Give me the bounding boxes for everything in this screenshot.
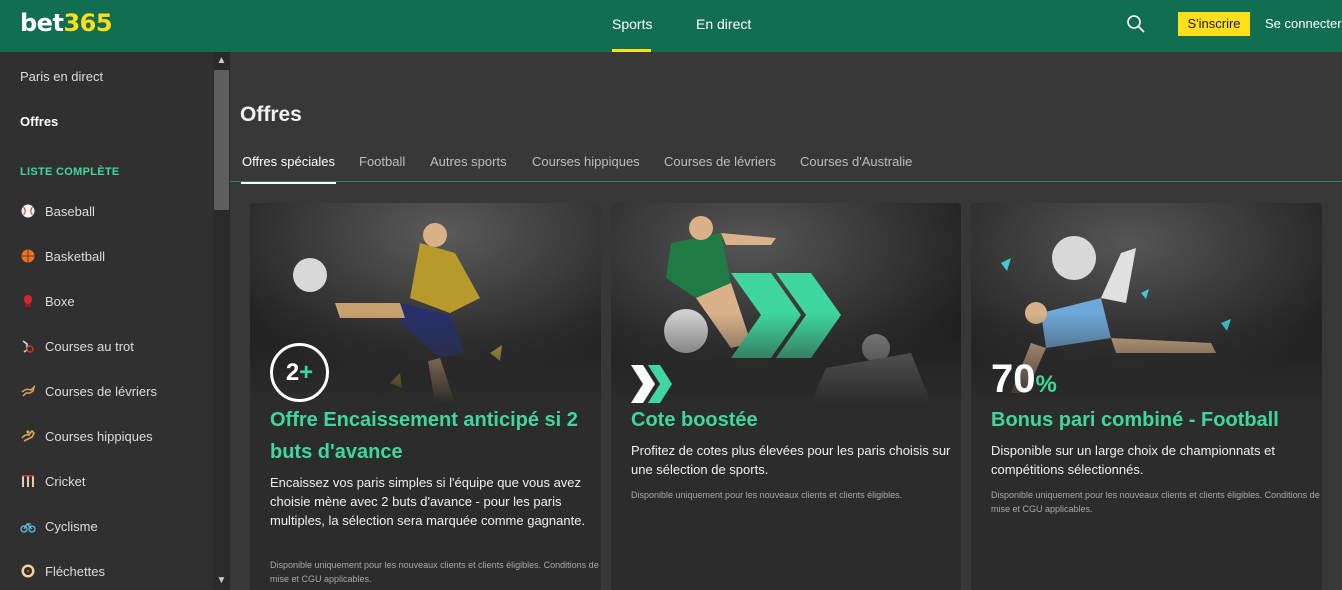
offer-title[interactable]: Bonus pari combiné - Football <box>991 404 1311 436</box>
offer-terms: Disponible uniquement pour les nouveaux … <box>270 560 599 584</box>
offer-title[interactable]: Cote boostée <box>631 404 951 436</box>
sidebar-item-courses-au-trot[interactable]: Courses au trot <box>20 337 220 357</box>
harness-racing-icon <box>22 340 34 353</box>
badge-number: 2 <box>285 359 300 386</box>
sidebar-item-label: Courses hippiques <box>45 429 153 444</box>
boxing-glove-icon <box>24 295 32 307</box>
sidebar-item-courses-hippiques[interactable]: Courses hippiques <box>20 427 220 447</box>
sidebar-item-boxe[interactable]: Boxe <box>20 292 220 312</box>
sidebar-heading-liste-complete: LISTE COMPLÈTE <box>20 166 120 178</box>
top-header: bet365 Sports En direct S'inscrire Se co… <box>0 0 1342 52</box>
offer-terms: Disponible uniquement pour les nouveaux … <box>631 490 903 500</box>
login-link[interactable]: Se connecter <box>1265 16 1342 31</box>
tab-courses-hippiques[interactable]: Courses hippiques <box>532 154 640 182</box>
sidebar-item-label: Baseball <box>45 204 95 219</box>
sidebar-item-cyclisme[interactable]: Cyclisme <box>20 517 220 537</box>
sidebar-item-courses-de-levriers[interactable]: Courses de lévriers <box>20 382 220 402</box>
offer-description: Disponible sur un large choix de champio… <box>991 443 1276 477</box>
offer-image-footballer-boost <box>611 203 961 403</box>
scroll-up-icon[interactable]: ▲ <box>214 54 229 68</box>
tabs-divider <box>230 181 1342 182</box>
seventy-percent-badge: 70% <box>991 357 1057 407</box>
sidebar-item-offres[interactable]: Offres <box>20 114 58 129</box>
join-button[interactable]: S'inscrire <box>1178 12 1250 36</box>
sidebar-item-flechettes[interactable]: Fléchettes <box>20 562 220 582</box>
percent-number: 70 <box>991 357 1036 401</box>
percent-sign: % <box>1035 371 1057 398</box>
dartboard-icon <box>21 564 35 578</box>
tab-football[interactable]: Football <box>359 154 405 182</box>
tab-courses-de-levriers[interactable]: Courses de lévriers <box>664 154 776 182</box>
offer-terms: Disponible uniquement pour les nouveaux … <box>991 490 1320 514</box>
sidebar-item-label: Courses de lévriers <box>45 384 157 399</box>
offer-description: Encaissez vos paris simples si l'équipe … <box>270 475 586 528</box>
scroll-down-icon[interactable]: ▼ <box>214 574 229 588</box>
cricket-icon <box>22 475 34 487</box>
basketball-icon <box>21 249 35 263</box>
tab-courses-australie[interactable]: Courses d'Australie <box>800 154 912 182</box>
greyhound-icon <box>21 384 36 397</box>
offer-card-acca-bonus[interactable]: 70% Bonus pari combiné - Football Dispon… <box>971 203 1322 590</box>
nav-en-direct[interactable]: En direct <box>696 0 751 52</box>
search-icon[interactable] <box>1126 14 1146 34</box>
sidebar-item-baseball[interactable]: Baseball <box>20 202 220 222</box>
logo-text-bet: bet <box>20 9 64 37</box>
offer-title[interactable]: Offre Encaissement anticipé si 2 buts d'… <box>270 404 590 468</box>
sidebar-item-paris-en-direct[interactable]: Paris en direct <box>20 69 103 84</box>
tab-offres-speciales[interactable]: Offres spéciales <box>241 154 336 184</box>
sidebar-item-label: Boxe <box>45 294 75 309</box>
baseball-icon <box>21 204 35 218</box>
offer-card-boosted-odds[interactable]: Cote boostée Profitez de cotes plus élev… <box>611 203 961 590</box>
sidebar: Paris en direct Offres LISTE COMPLÈTE Ba… <box>0 52 230 590</box>
sidebar-scroll-thumb[interactable] <box>214 70 229 210</box>
tab-autres-sports[interactable]: Autres sports <box>430 154 507 182</box>
sidebar-item-label: Cyclisme <box>45 519 98 534</box>
badge-plus: + <box>299 359 314 386</box>
sidebar-item-basketball[interactable]: Basketball <box>20 247 220 267</box>
sidebar-item-cricket[interactable]: Cricket <box>20 472 220 492</box>
bet365-logo[interactable]: bet365 <box>20 9 113 37</box>
sidebar-item-label: Basketball <box>45 249 105 264</box>
offer-description: Profitez de cotes plus élevées pour les … <box>631 443 951 477</box>
logo-text-365: 365 <box>63 9 113 37</box>
sidebar-item-label: Fléchettes <box>45 564 105 579</box>
two-plus-badge: 2+ <box>270 343 329 402</box>
page-title: Offres <box>240 103 302 126</box>
bicycle-icon <box>20 522 36 533</box>
sidebar-item-label: Courses au trot <box>45 339 134 354</box>
sidebar-item-label: Cricket <box>45 474 86 489</box>
offer-card-early-payout[interactable]: 2+ Offre Encaissement anticipé si 2 buts… <box>250 203 601 590</box>
horse-racing-icon <box>21 429 35 442</box>
nav-sports[interactable]: Sports <box>612 0 652 52</box>
